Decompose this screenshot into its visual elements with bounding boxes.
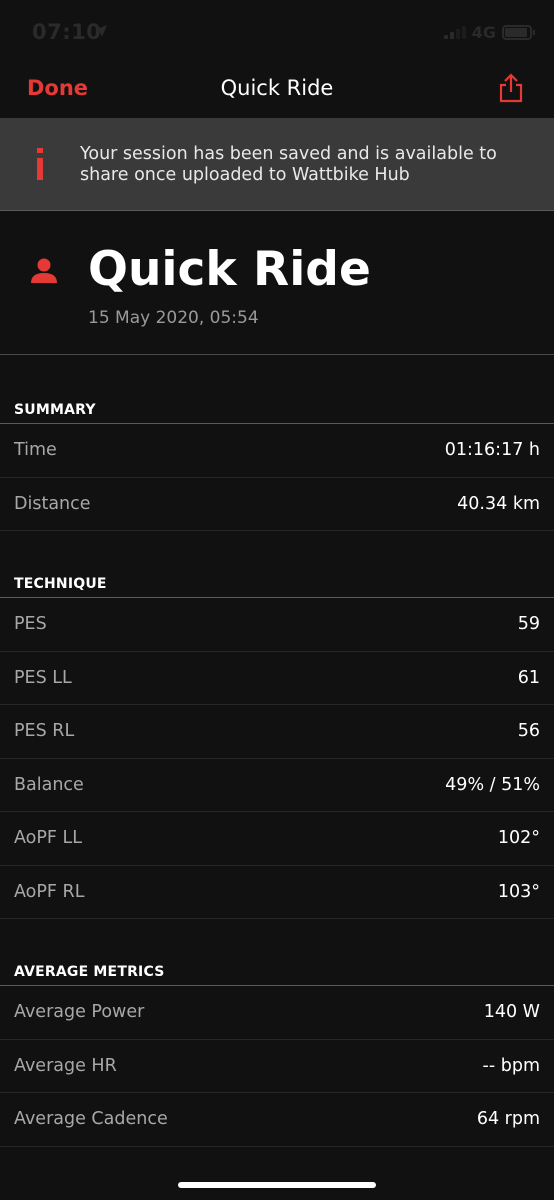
- row-value: 140 W: [483, 1002, 540, 1023]
- technique-row-pes: PES 59: [0, 598, 554, 652]
- saved-session-banner: Your session has been saved and is avail…: [0, 118, 554, 211]
- section-title-average-metrics: AVERAGE METRICS: [0, 942, 554, 986]
- row-label: Average HR: [14, 1055, 117, 1076]
- row-label: AoPF RL: [14, 881, 85, 902]
- metrics-row-average-hr: Average HR -- bpm: [0, 1040, 554, 1093]
- row-value: 49% / 51%: [445, 774, 540, 795]
- technique-row-aopf-rl: AoPF RL 103°: [0, 866, 554, 919]
- row-label: Balance: [14, 774, 84, 795]
- summary-row-time: Time 01:16:17 h: [0, 424, 554, 478]
- nav-title: Quick Ride: [220, 76, 334, 100]
- row-label: AoPF LL: [14, 828, 83, 849]
- row-label: PES LL: [14, 667, 72, 688]
- person-icon: [31, 258, 57, 283]
- metrics-row-average-power: Average Power 140 W: [0, 986, 554, 1040]
- share-button[interactable]: [496, 72, 526, 104]
- row-label: Time: [14, 440, 57, 461]
- summary-row-distance: Distance 40.34 km: [0, 478, 554, 531]
- metrics-row-average-cadence: Average Cadence 64 rpm: [0, 1093, 554, 1147]
- technique-row-pes-rl: PES RL 56: [0, 705, 554, 759]
- location-arrow-icon: [95, 25, 107, 37]
- row-value: 40.34 km: [457, 493, 540, 514]
- average-metrics-section: AVERAGE METRICS Average Power 140 W Aver…: [0, 942, 554, 1147]
- banner-message: Your session has been saved and is avail…: [80, 144, 497, 185]
- row-value: 103°: [497, 881, 540, 902]
- row-value: -- bpm: [482, 1055, 540, 1076]
- status-indicators: 4G: [443, 22, 535, 42]
- row-label: Average Power: [14, 1002, 145, 1023]
- technique-row-balance: Balance 49% / 51%: [0, 759, 554, 812]
- row-label: Distance: [14, 493, 91, 514]
- section-title-technique: TECHNIQUE: [0, 554, 554, 598]
- nav-bar: Done Quick Ride: [0, 66, 554, 116]
- share-icon: [499, 73, 523, 103]
- row-value: 64 rpm: [476, 1109, 540, 1130]
- row-label: PES: [14, 614, 47, 635]
- technique-row-pes-ll: PES LL 61: [0, 652, 554, 705]
- home-indicator[interactable]: [178, 1182, 376, 1188]
- technique-row-aopf-ll: AoPF LL 102°: [0, 812, 554, 866]
- row-value: 01:16:17 h: [444, 440, 540, 461]
- section-title-summary: SUMMARY: [0, 380, 554, 424]
- row-label: Average Cadence: [14, 1109, 168, 1130]
- status-bar: 07:10 4G: [0, 0, 554, 66]
- row-label: PES RL: [14, 721, 75, 742]
- row-value: 59: [517, 614, 540, 635]
- signal-icon: [443, 25, 466, 39]
- summary-section: SUMMARY Time 01:16:17 h Distance 40.34 k…: [0, 380, 554, 531]
- info-icon: [37, 148, 43, 180]
- row-value: 56: [517, 721, 540, 742]
- row-value: 61: [517, 667, 540, 688]
- network-type: 4G: [471, 22, 496, 42]
- status-time: 07:10: [32, 20, 102, 44]
- ride-header: Quick Ride 15 May 2020, 05:54: [0, 212, 554, 355]
- row-value: 102°: [497, 828, 540, 849]
- technique-section: TECHNIQUE PES 59 PES LL 61 PES RL 56 Bal…: [0, 554, 554, 919]
- ride-title: Quick Ride: [88, 242, 371, 297]
- battery-icon: [502, 24, 535, 40]
- ride-date: 15 May 2020, 05:54: [88, 308, 259, 328]
